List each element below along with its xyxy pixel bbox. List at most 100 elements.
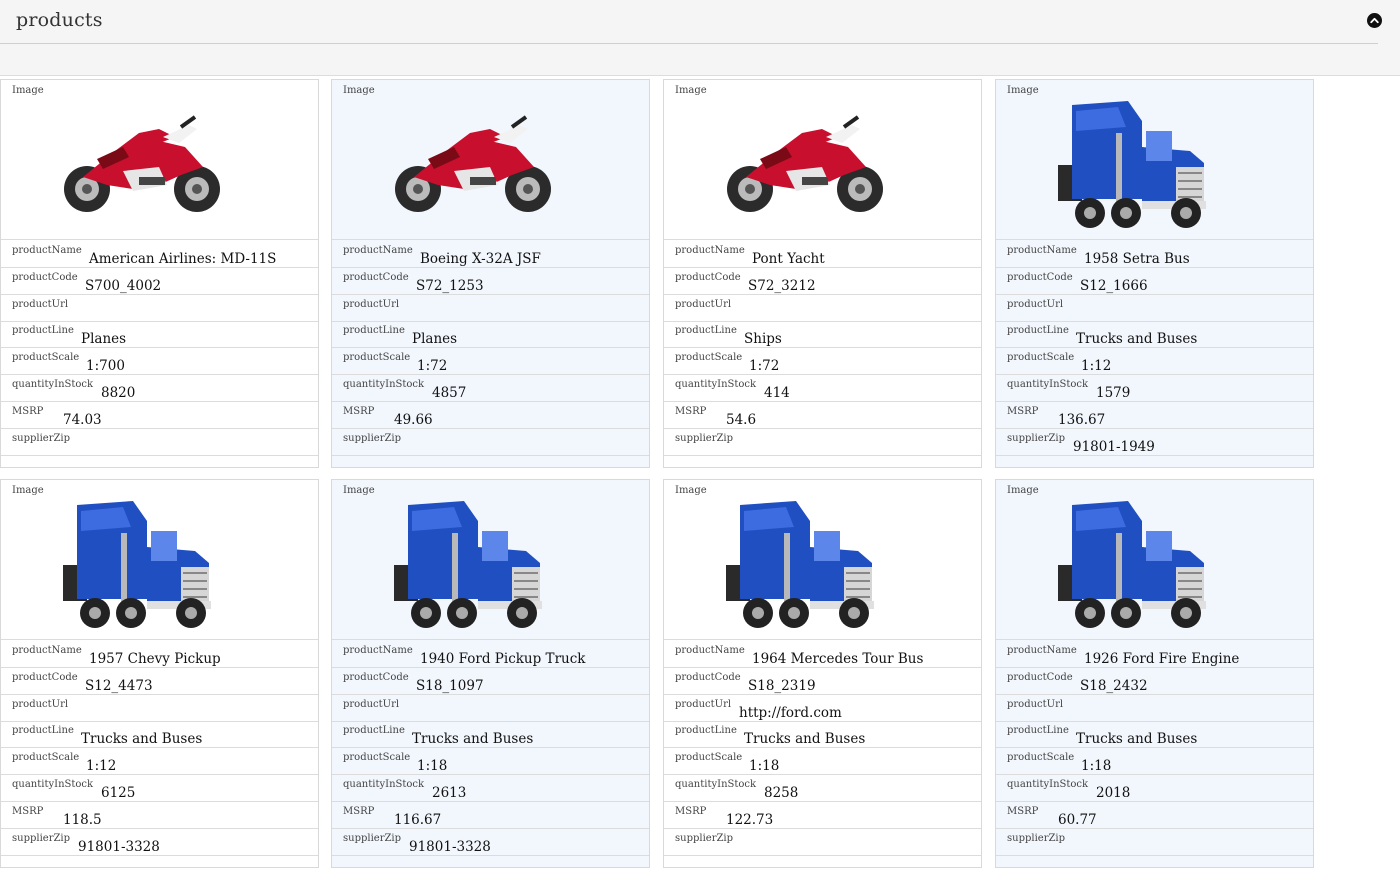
field-value-productLine: Planes	[81, 331, 127, 348]
field-label-MSRP: MSRP	[1007, 405, 1039, 417]
field-row-quantityInStock: quantityInStock 4857	[332, 375, 649, 402]
truck-image	[394, 489, 554, 639]
product-card[interactable]: Image productName Pont Yacht productCode S7…	[663, 79, 982, 468]
field-row-productLine: productLine Trucks and Buses	[664, 721, 981, 749]
image-label: Image	[12, 85, 44, 96]
panel-title: products	[16, 9, 103, 31]
field-value-MSRP: 136.67	[1058, 411, 1106, 428]
product-card[interactable]: Image productName 1926 Ford Fire Engine pr…	[995, 479, 1314, 868]
product-card[interactable]: Image productName 1964 Mercedes Tour Bus p…	[663, 479, 982, 868]
card-footer	[996, 855, 1313, 867]
field-row-productUrl: productUrl	[996, 695, 1313, 722]
card-footer	[664, 855, 981, 867]
field-value-productLine: Trucks and Buses	[744, 731, 866, 748]
field-value-productCode: S12_4473	[85, 677, 153, 694]
truck-image	[1058, 89, 1218, 239]
field-row-productScale: productScale 1:700	[1, 348, 318, 376]
field-value-productScale: 1:12	[1081, 358, 1112, 375]
field-row-productLine: productLine Trucks and Buses	[1, 721, 318, 749]
field-row-quantityInStock: quantityInStock 414	[664, 375, 981, 402]
field-value-MSRP: 74.03	[63, 411, 102, 428]
field-label-productScale: productScale	[1007, 752, 1075, 764]
field-label-MSRP: MSRP	[675, 405, 707, 417]
field-row-supplierZip: supplierZip	[332, 429, 649, 456]
field-value-quantityInStock: 8258	[764, 785, 799, 801]
field-label-productName: productName	[12, 645, 82, 656]
field-value-MSRP: 60.77	[1058, 811, 1097, 828]
product-card[interactable]: Image productName 1957 Chevy Pickup produc…	[0, 479, 319, 868]
product-card[interactable]: Image productName 1958 Setra Bus productCo…	[995, 79, 1314, 468]
card-footer	[1, 455, 318, 467]
field-label-MSRP: MSRP	[12, 405, 44, 417]
field-value-productScale: 1:700	[86, 358, 125, 375]
image-label: Image	[675, 485, 707, 496]
card-footer	[332, 855, 649, 867]
field-label-productUrl: productUrl	[343, 698, 400, 710]
product-card[interactable]: Image productName American Airlines: MD-1…	[0, 79, 319, 468]
field-row-quantityInStock: quantityInStock 1579	[996, 375, 1313, 402]
field-row-productName: productName 1958 Setra Bus	[996, 241, 1313, 268]
chevron-up-circle-icon[interactable]	[1367, 13, 1382, 28]
field-value-productScale: 1:12	[86, 758, 117, 775]
field-row-productLine: productLine Planes	[332, 321, 649, 349]
card-footer	[1, 855, 318, 867]
field-label-supplierZip: supplierZip	[343, 432, 402, 444]
field-row-quantityInStock: quantityInStock 6125	[1, 775, 318, 802]
field-row-productCode: productCode S18_1097	[332, 668, 649, 695]
field-row-productLine: productLine Trucks and Buses	[332, 721, 649, 749]
field-label-supplierZip: supplierZip	[1007, 832, 1066, 844]
field-row-MSRP: MSRP 118.5	[1, 802, 318, 829]
field-label-supplierZip: supplierZip	[675, 432, 734, 444]
product-card[interactable]: Image productName Boeing X-32A JSF product…	[331, 79, 650, 468]
field-value-quantityInStock: 2018	[1096, 785, 1131, 801]
header-divider	[0, 43, 1378, 44]
field-value-productScale: 1:18	[749, 758, 780, 775]
field-row-productUrl: productUrl	[332, 295, 649, 322]
field-row-productCode: productCode S18_2319	[664, 668, 981, 695]
product-image-field: Image	[1, 80, 318, 240]
field-row-productCode: productCode S72_1253	[332, 268, 649, 295]
field-row-supplierZip: supplierZip	[664, 429, 981, 456]
field-label-quantityInStock: quantityInStock	[675, 779, 757, 790]
truck-image	[1058, 489, 1218, 639]
field-row-productName: productName Boeing X-32A JSF	[332, 241, 649, 268]
field-row-quantityInStock: quantityInStock 2613	[332, 775, 649, 802]
field-value-productLine: Trucks and Buses	[1076, 331, 1198, 348]
field-value-productName: Boeing X-32A JSF	[420, 251, 541, 267]
product-image-field: Image	[332, 480, 649, 640]
field-label-productUrl: productUrl	[12, 298, 69, 310]
field-value-quantityInStock: 2613	[432, 785, 467, 801]
field-row-productLine: productLine Planes	[1, 321, 318, 349]
field-value-quantityInStock: 8820	[101, 385, 136, 401]
field-value-productLine: Trucks and Buses	[1076, 731, 1198, 748]
field-row-productName: productName American Airlines: MD-11S	[1, 241, 318, 268]
field-label-productUrl: productUrl	[12, 698, 69, 710]
field-label-productLine: productLine	[1007, 325, 1069, 337]
field-row-productCode: productCode S72_3212	[664, 268, 981, 295]
field-value-MSRP: 122.73	[726, 811, 774, 828]
field-row-productName: productName 1957 Chevy Pickup	[1, 641, 318, 668]
field-row-productUrl: productUrl	[1, 295, 318, 322]
field-row-MSRP: MSRP 116.67	[332, 802, 649, 829]
product-card[interactable]: Image productName 1940 Ford Pickup Truck p…	[331, 479, 650, 868]
field-row-MSRP: MSRP 49.66	[332, 402, 649, 429]
field-label-productScale: productScale	[12, 352, 80, 364]
field-value-productName: Pont Yacht	[752, 251, 825, 267]
field-row-MSRP: MSRP 122.73	[664, 802, 981, 829]
field-value-quantityInStock: 6125	[101, 785, 136, 801]
field-value-quantityInStock: 1579	[1096, 385, 1131, 401]
field-label-productName: productName	[1007, 645, 1077, 656]
image-label: Image	[12, 485, 44, 496]
field-value-productLine: Trucks and Buses	[81, 731, 203, 748]
field-label-productScale: productScale	[12, 752, 80, 764]
field-row-productUrl: productUrl	[996, 295, 1313, 322]
field-label-productScale: productScale	[1007, 352, 1075, 364]
truck-image	[726, 489, 886, 639]
field-value-productCode: S72_1253	[416, 277, 484, 294]
field-value-productName: 1958 Setra Bus	[1084, 251, 1190, 267]
field-value-MSRP: 49.66	[394, 411, 433, 428]
field-value-productScale: 1:72	[417, 358, 448, 375]
field-value-productLine: Ships	[744, 331, 782, 348]
field-label-quantityInStock: quantityInStock	[1007, 379, 1089, 390]
field-row-productUrl: productUrl	[664, 295, 981, 322]
